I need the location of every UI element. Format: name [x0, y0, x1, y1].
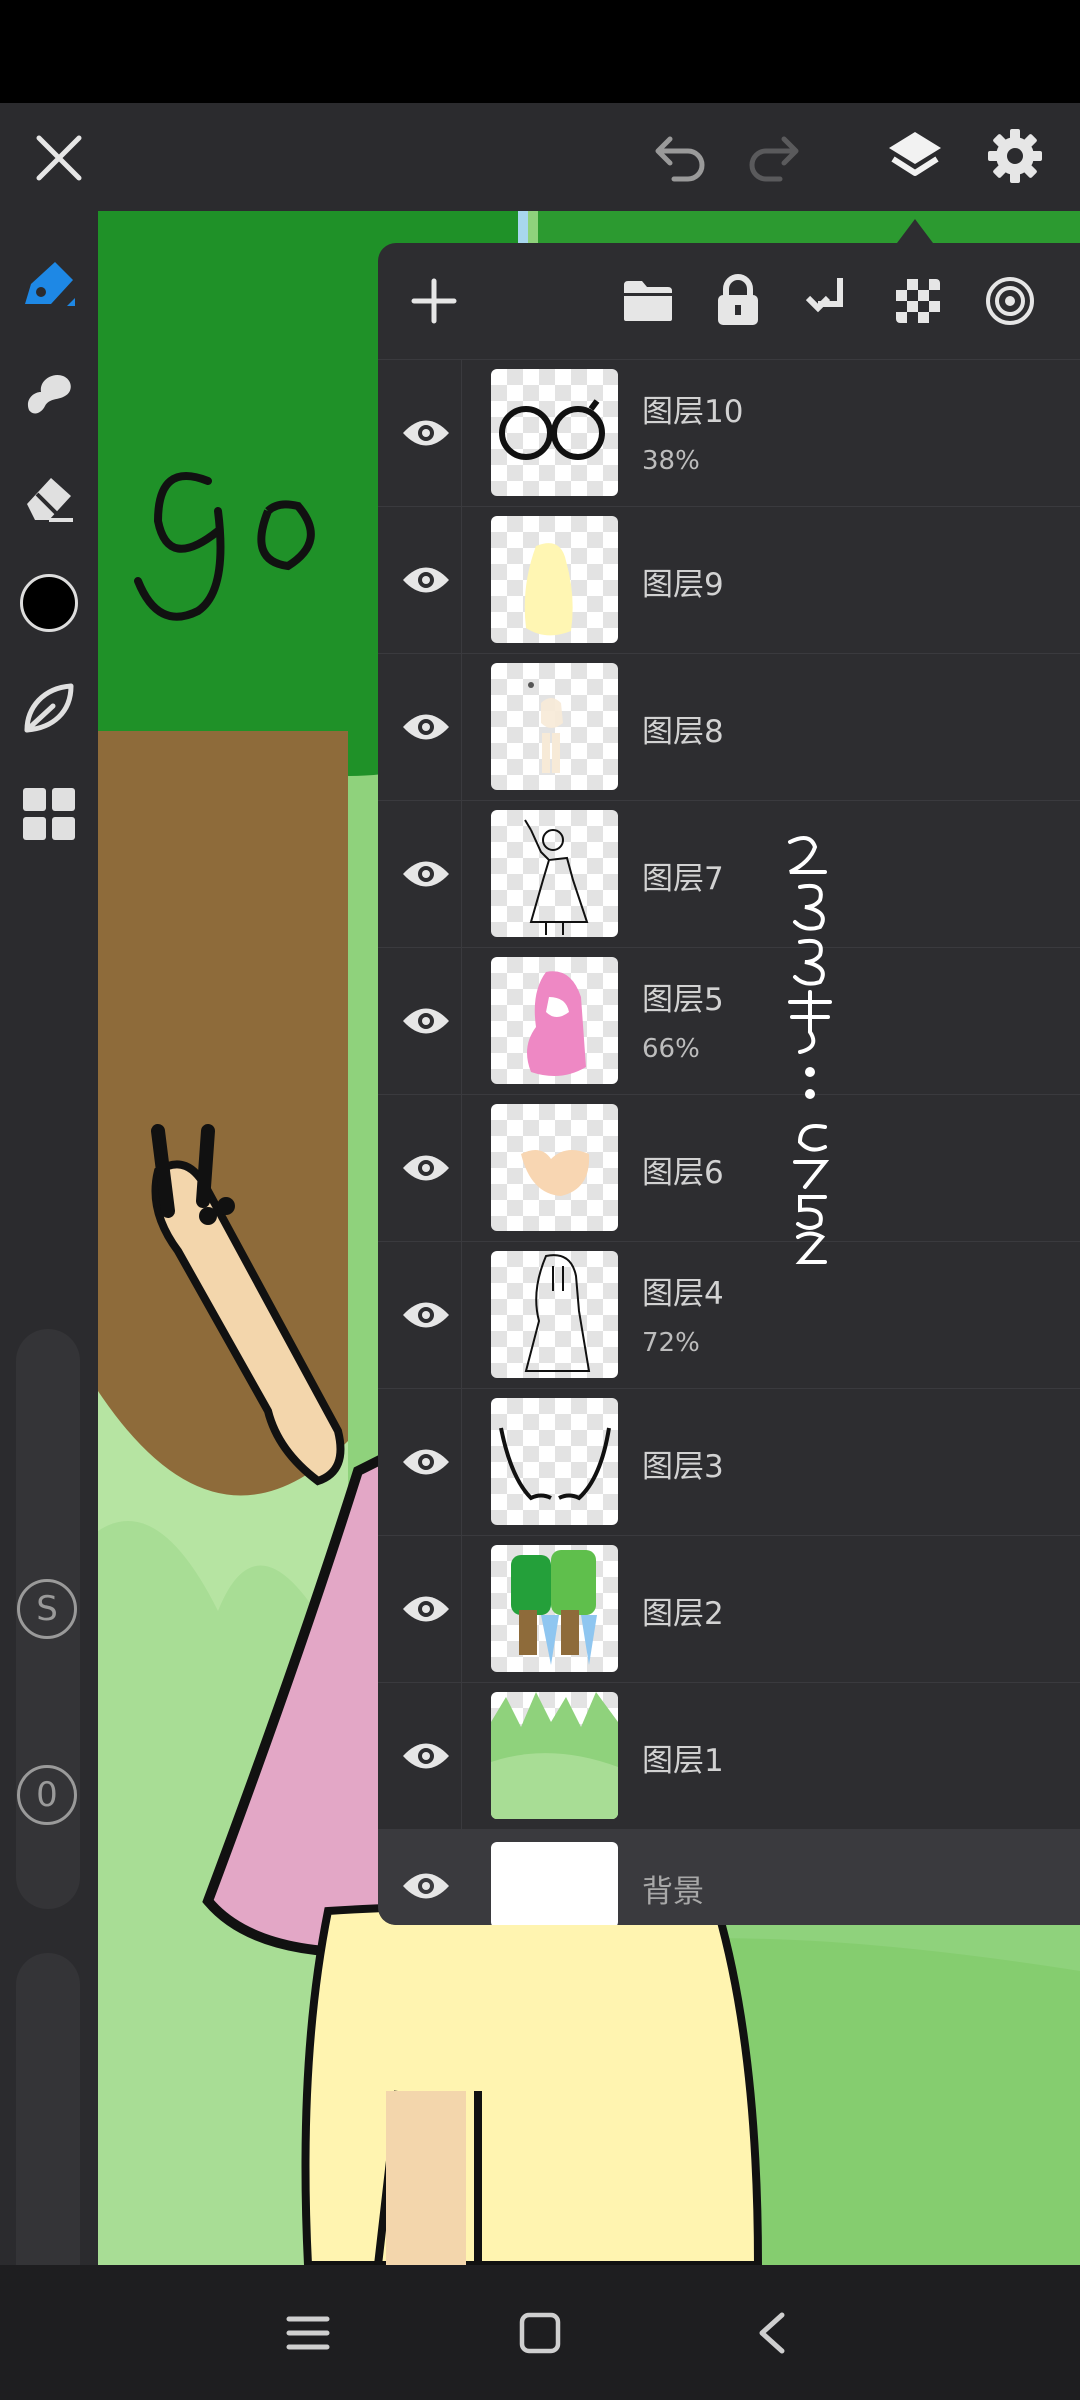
app-root: S 0 图层10 38% 图层9 图层8 图层7 图层5 66% 图层6 图层4… — [0, 0, 1080, 2400]
layer-row[interactable]: 图层2 — [378, 1535, 1080, 1682]
background-layer-row[interactable]: 背景 — [378, 1829, 1080, 1925]
grid-icon[interactable] — [14, 779, 84, 849]
layer-thumbnail[interactable] — [491, 1692, 618, 1819]
size-indicator: S — [17, 1579, 77, 1639]
shape-icon[interactable] — [14, 673, 84, 743]
menu-icon[interactable] — [280, 2305, 336, 2361]
row-divider — [461, 1536, 462, 1682]
row-divider — [461, 1683, 462, 1829]
layer-thumbnail[interactable] — [491, 1251, 618, 1378]
layer-thumbnail[interactable] — [491, 1842, 618, 1925]
target-icon[interactable] — [982, 273, 1038, 329]
color-swatch[interactable] — [14, 568, 84, 638]
row-divider — [461, 1242, 462, 1388]
layer-name: 图层2 — [642, 1596, 724, 1632]
merge-down-icon[interactable] — [800, 271, 856, 329]
visibility-eye-icon[interactable] — [396, 1285, 456, 1345]
visibility-eye-icon[interactable] — [396, 844, 456, 904]
eraser-icon[interactable] — [14, 463, 84, 533]
layer-thumbnail[interactable] — [491, 957, 618, 1084]
layer-row[interactable]: 图层5 66% — [378, 947, 1080, 1094]
layer-name: 图层3 — [642, 1449, 724, 1485]
layer-row[interactable]: 图层4 72% — [378, 1241, 1080, 1388]
layer-name: 图层8 — [642, 714, 724, 750]
brush-icon[interactable] — [14, 251, 84, 321]
row-divider — [461, 360, 462, 506]
watermark — [770, 832, 860, 1272]
layer-opacity: 66% — [642, 1034, 700, 1064]
layer-row[interactable]: 图层3 — [378, 1388, 1080, 1535]
row-divider — [461, 1830, 462, 1925]
close-icon[interactable] — [28, 127, 90, 189]
left-toolbar: S 0 — [0, 211, 98, 2341]
visibility-eye-icon[interactable] — [396, 697, 456, 757]
lock-icon[interactable] — [710, 271, 766, 329]
row-divider — [461, 507, 462, 653]
layer-opacity: 72% — [642, 1328, 700, 1358]
layer-name: 图层10 — [642, 394, 744, 430]
visibility-eye-icon[interactable] — [396, 991, 456, 1051]
size-slider-handle[interactable] — [16, 1331, 80, 1353]
visibility-eye-icon[interactable] — [396, 1579, 456, 1639]
gear-icon[interactable] — [982, 123, 1048, 189]
home-icon[interactable] — [512, 2305, 568, 2361]
layer-thumbnail[interactable] — [491, 516, 618, 643]
layers-panel: 图层10 38% 图层9 图层8 图层7 图层5 66% 图层6 图层4 72% 图层3 图层2 图层1… — [378, 243, 1080, 1925]
layer-row[interactable]: 图层6 — [378, 1094, 1080, 1241]
row-divider — [461, 948, 462, 1094]
visibility-eye-icon[interactable] — [396, 1138, 456, 1198]
panel-caret — [897, 219, 933, 243]
layers-panel-toolbar — [378, 243, 1080, 359]
visibility-eye-icon[interactable] — [396, 1432, 456, 1492]
layer-thumbnail[interactable] — [491, 1545, 618, 1672]
visibility-eye-icon[interactable] — [396, 1856, 456, 1916]
folder-icon[interactable] — [620, 273, 676, 329]
visibility-eye-icon[interactable] — [396, 550, 456, 610]
layer-name: 图层9 — [642, 567, 724, 603]
layer-opacity: 38% — [642, 446, 700, 476]
visibility-eye-icon[interactable] — [396, 403, 456, 463]
layer-name: 图层1 — [642, 1743, 724, 1779]
layer-row[interactable]: 图层9 — [378, 506, 1080, 653]
layer-row[interactable]: 图层10 38% — [378, 359, 1080, 506]
layer-row[interactable]: 图层1 — [378, 1682, 1080, 1829]
layer-name: 背景 — [642, 1874, 704, 1910]
transparency-icon[interactable] — [890, 273, 946, 329]
top-toolbar — [0, 103, 1080, 211]
redo-icon[interactable] — [742, 129, 804, 187]
layers-icon[interactable] — [882, 123, 948, 189]
layer-list: 图层10 38% 图层9 图层8 图层7 图层5 66% 图层6 图层4 72% 图层3 图层2 图层1… — [378, 359, 1080, 1925]
layer-name: 图层7 — [642, 861, 724, 897]
status-bar — [0, 0, 1080, 103]
layer-row[interactable]: 图层7 — [378, 800, 1080, 947]
layer-thumbnail[interactable] — [491, 810, 618, 937]
layer-thumbnail[interactable] — [491, 1398, 618, 1525]
layer-name: 图层5 — [642, 982, 724, 1018]
visibility-eye-icon[interactable] — [396, 1726, 456, 1786]
layer-name: 图层4 — [642, 1276, 724, 1312]
add-icon[interactable] — [406, 273, 462, 329]
opacity-indicator: 0 — [17, 1765, 77, 1825]
system-nav-bar — [0, 2265, 1080, 2400]
row-divider — [461, 654, 462, 800]
back-icon[interactable] — [744, 2305, 800, 2361]
row-divider — [461, 1389, 462, 1535]
layer-row[interactable]: 图层8 — [378, 653, 1080, 800]
layer-thumbnail[interactable] — [491, 369, 618, 496]
layer-name: 图层6 — [642, 1155, 724, 1191]
undo-icon[interactable] — [650, 129, 712, 187]
layer-thumbnail[interactable] — [491, 663, 618, 790]
row-divider — [461, 1095, 462, 1241]
row-divider — [461, 801, 462, 947]
smudge-icon[interactable] — [14, 357, 84, 427]
layer-thumbnail[interactable] — [491, 1104, 618, 1231]
